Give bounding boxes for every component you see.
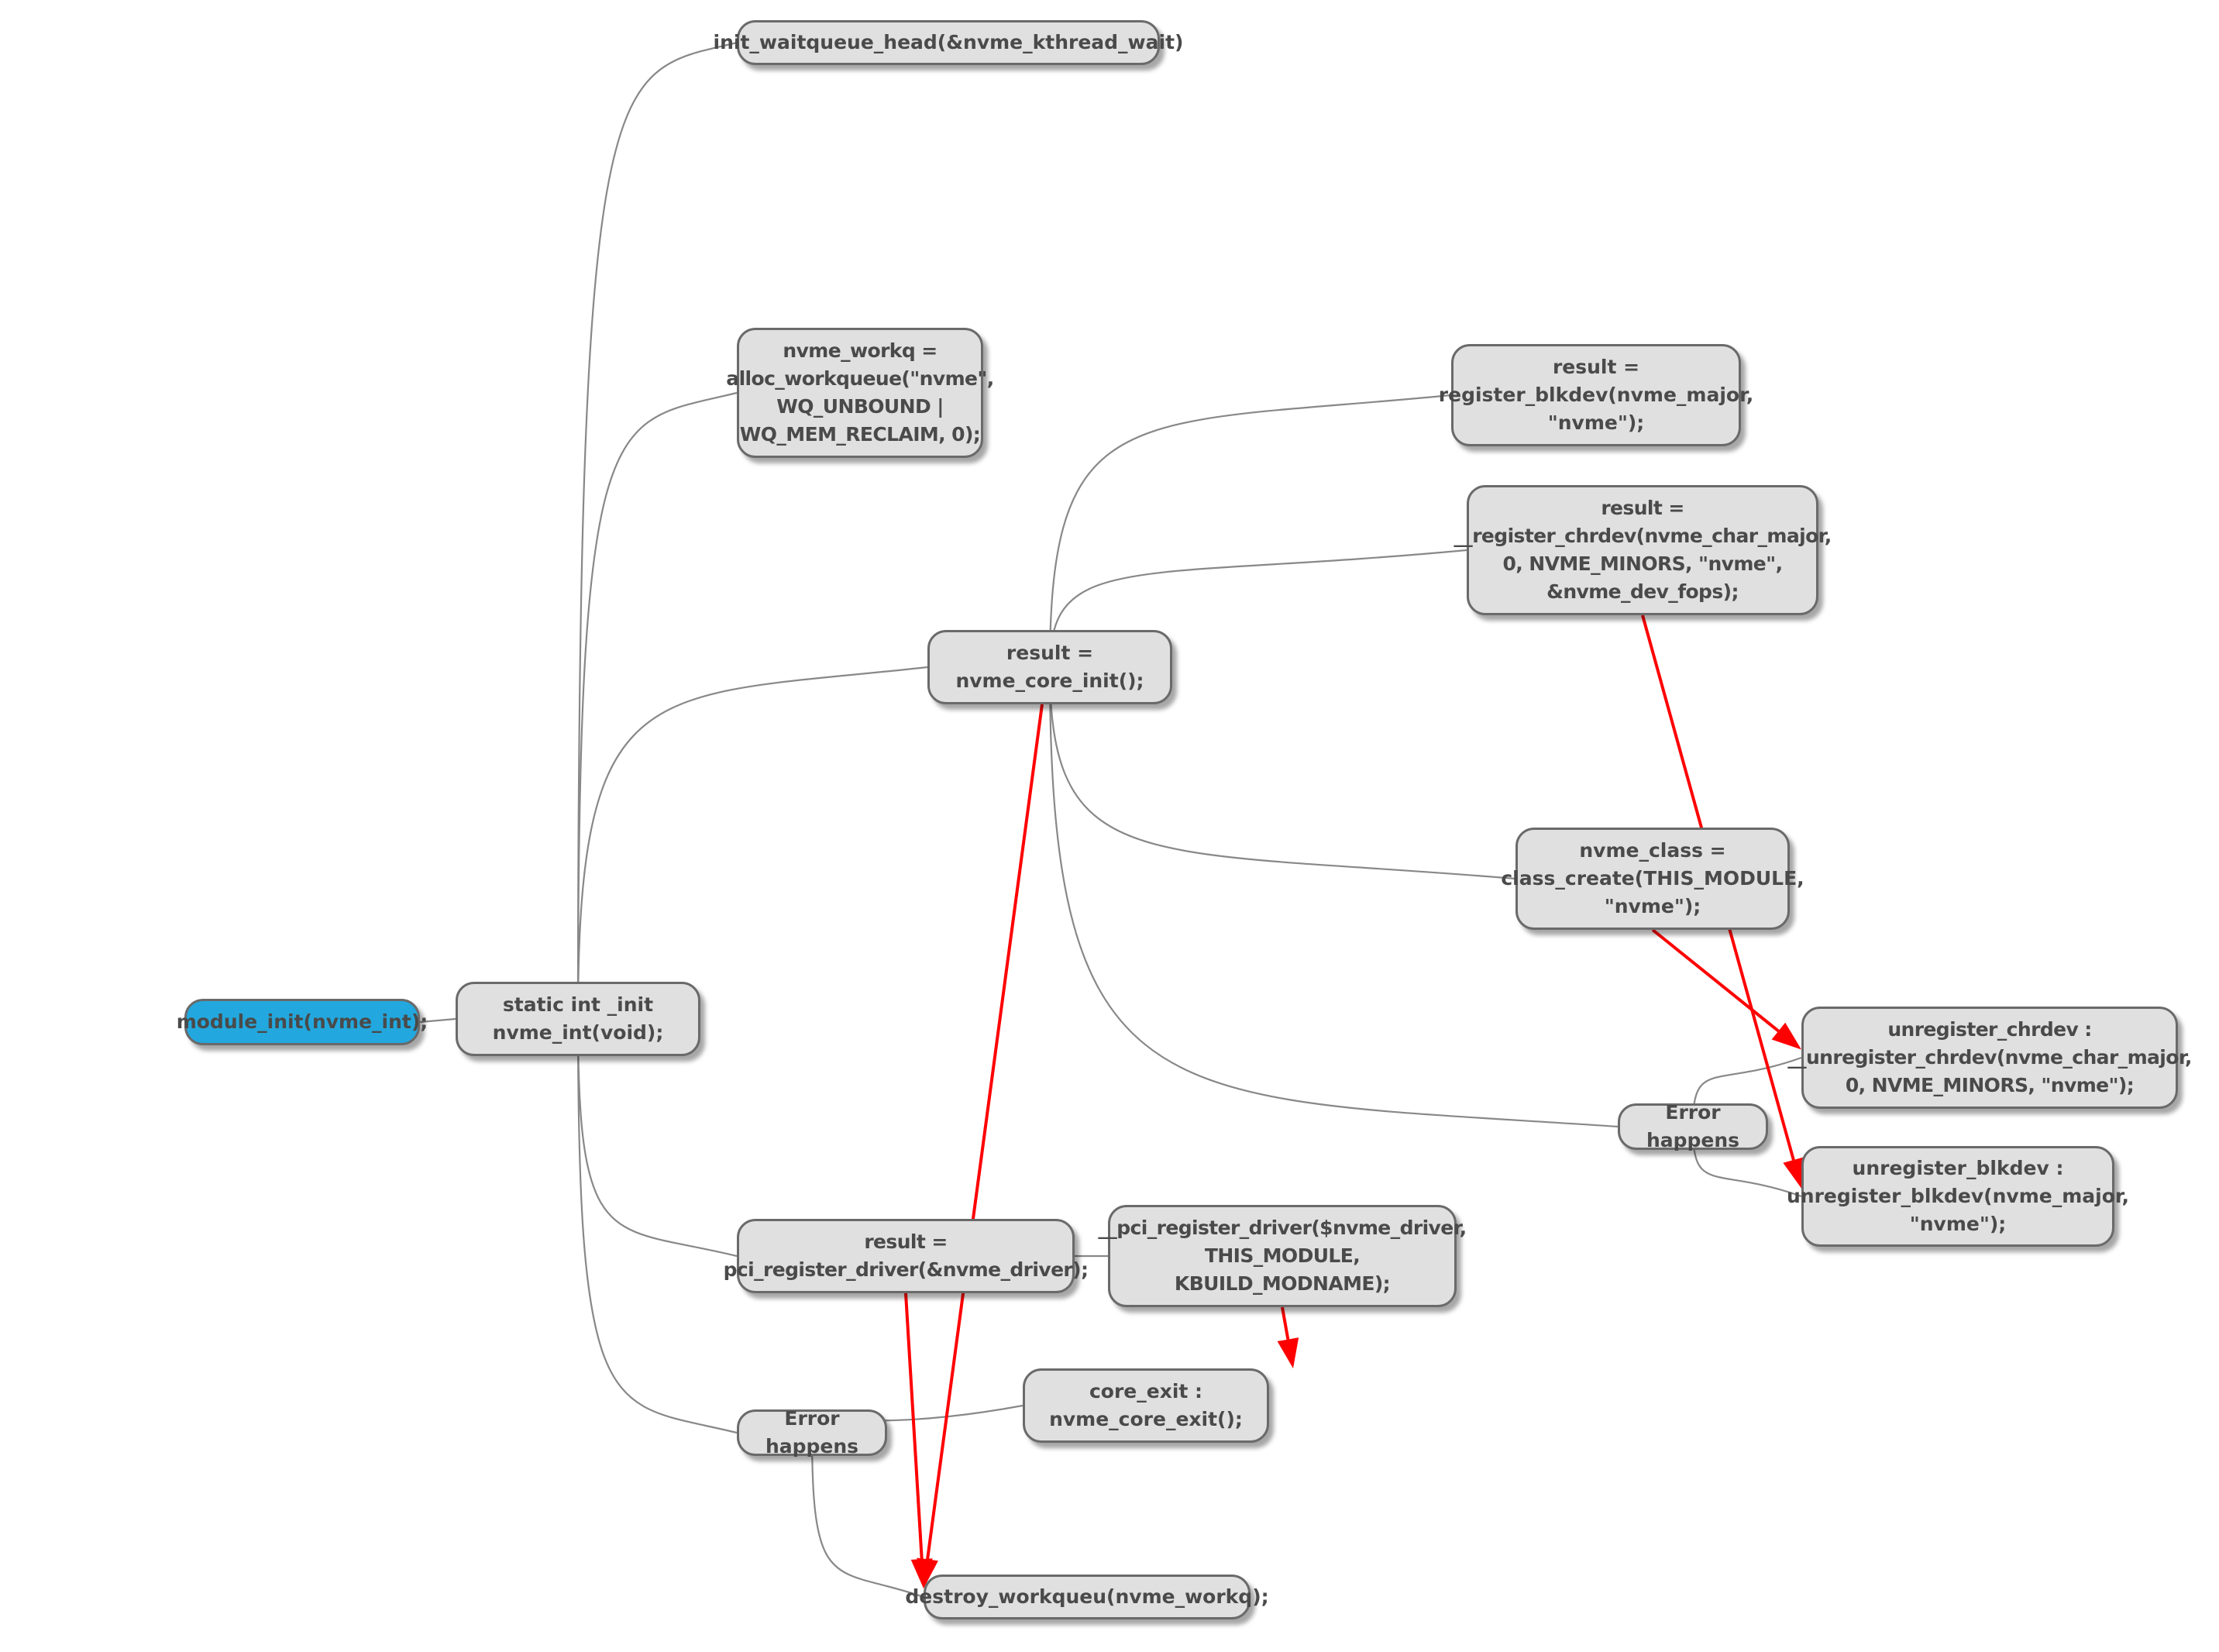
tree-edge-nvme_int-to-init_waitqueue (576, 41, 738, 1020)
node-label: destroy_workqueu(nvme_workq); (905, 1585, 1269, 1608)
tree-edge-nvme_int-to-alloc_workqueue (576, 391, 738, 1020)
node-label: unregister_chrdev : __unregister_chrdev(… (1787, 1018, 2192, 1096)
node-pci-register-driver[interactable]: result = pci_register_driver(&nvme_drive… (724, 1219, 1089, 1293)
node-label: result = __register_chrdev(nvme_char_maj… (1454, 497, 1832, 603)
node-label: module_init(nvme_int); (176, 1010, 428, 1033)
node-nvme-int[interactable]: static int _init nvme_int(void); (456, 982, 700, 1056)
node-unregister-blkdev[interactable]: unregister_blkdev : unregister_blkdev(nv… (1787, 1146, 2129, 1247)
node-label: result = nvme_core_init(); (955, 642, 1144, 692)
node-label: core_exit : nvme_core_exit(); (1049, 1380, 1243, 1430)
node-module-init[interactable]: module_init(nvme_int); (177, 999, 428, 1045)
node-init-waitqueue[interactable]: init_waitqueue_head(&nvme_kthread_wait) (714, 20, 1183, 65)
node-label: nvme_workq = alloc_workqueue("nvme", WQ_… (726, 339, 994, 446)
node-register-blkdev[interactable]: result = register_blkdev(nvme_major, "nv… (1439, 344, 1753, 446)
node-unregister-chrdev[interactable]: unregister_chrdev : __unregister_chrdev(… (1787, 1007, 2192, 1109)
node-label: Error happens (1646, 1101, 1740, 1151)
tree-edge-nvme_core_init-to-register_blkdev (1048, 394, 1452, 668)
error-edge-class_create-to-unregister_chrdev (1651, 928, 1780, 1033)
node-label: result = register_blkdev(nvme_major, "nv… (1438, 356, 1754, 434)
node-core-exit[interactable]: core_exit : nvme_core_exit(); (1023, 1368, 1269, 1443)
node-label: unregister_blkdev : unregister_blkdev(nv… (1786, 1157, 2130, 1235)
node-label: static int _init nvme_int(void); (492, 993, 664, 1044)
node-error-happens-core[interactable]: Error happens (1618, 1101, 1768, 1151)
tree-edges (419, 41, 1802, 1599)
node-register-chrdev[interactable]: result = __register_chrdev(nvme_char_maj… (1454, 485, 1832, 615)
arrowhead-icon (1277, 1337, 1299, 1368)
tree-edge-nvme_int-to-nvme_core_init (576, 666, 928, 1020)
error-edge-__pci_register_driver-to-core_exit (1281, 1306, 1290, 1340)
node-label: nvme_class = class_create(THIS_MODULE, "… (1501, 839, 1804, 917)
node-error-happens-main[interactable]: Error happens (737, 1407, 887, 1458)
node-destroy-workqueue[interactable]: destroy_workqueu(nvme_workq); (905, 1575, 1269, 1619)
node-label: __pci_register_driver($nvme_driver, THIS… (1098, 1217, 1467, 1295)
node-pci-register-driver-internal[interactable]: __pci_register_driver($nvme_driver, THIS… (1098, 1205, 1467, 1307)
node-label: result = pci_register_driver(&nvme_drive… (723, 1230, 1089, 1281)
node-label: init_waitqueue_head(&nvme_kthread_wait) (713, 31, 1184, 53)
error-edge-pci_register_driver-to-destroy_workqueue (904, 1292, 924, 1560)
node-alloc-workqueue[interactable]: nvme_workq = alloc_workqueue("nvme", WQ_… (726, 328, 994, 458)
node-class-create[interactable]: nvme_class = class_create(THIS_MODULE, "… (1501, 828, 1804, 930)
node-nvme-core-init[interactable]: result = nvme_core_init(); (927, 630, 1172, 704)
tree-edge-nvme_int-to-error_happens_main (576, 1018, 738, 1434)
node-label: Error happens (765, 1407, 859, 1458)
